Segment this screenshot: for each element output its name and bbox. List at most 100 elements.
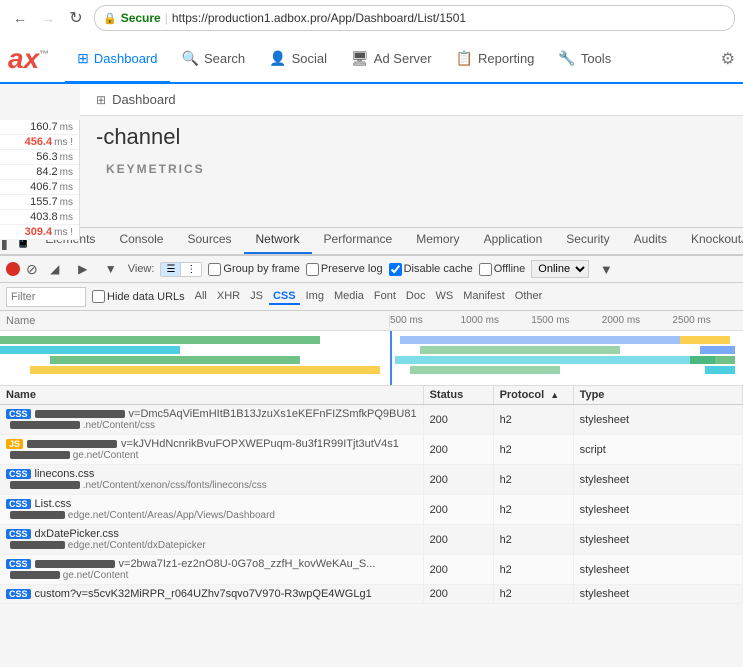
row-status-cell: 200 <box>423 465 493 495</box>
view-list-btn[interactable]: ☰ <box>161 263 181 276</box>
filter-img[interactable]: Img <box>302 289 328 305</box>
row-protocol-cell: h2 <box>493 525 573 555</box>
row-status-cell: 200 <box>423 435 493 465</box>
tab-memory[interactable]: Memory <box>404 228 471 254</box>
nav-item-tools[interactable]: 🔧 Tools <box>546 36 623 84</box>
tab-performance[interactable]: Performance <box>312 228 405 254</box>
metric-value-1: 456.4 <box>25 136 53 148</box>
nav-item-search[interactable]: 🔍 Search <box>170 36 258 84</box>
forward-button[interactable]: → <box>36 6 60 30</box>
reload-button[interactable]: ↻ <box>64 6 88 30</box>
js-badge: JS <box>6 439 23 449</box>
metrics-sidebar: 160.7 ms 456.4 ms ! 56.3 ms 84.2 ms 406.… <box>0 120 80 240</box>
group-by-frame-label[interactable]: Group by frame <box>208 263 299 276</box>
disable-cache-checkbox[interactable] <box>389 263 402 276</box>
disable-cache-label[interactable]: Disable cache <box>389 263 473 276</box>
view-tree-btn[interactable]: ⋮ <box>181 263 201 276</box>
record-button[interactable] <box>6 262 20 276</box>
col-header-status[interactable]: Status <box>423 386 493 405</box>
sort-arrow-protocol: ▲ <box>550 390 559 400</box>
keymetrics-label: KEYMETRICS <box>90 158 743 180</box>
view-label: View: <box>128 263 155 275</box>
capture-screenshots-button[interactable]: ▶ <box>72 258 94 280</box>
browser-chrome: ← → ↻ 🔒 Secure | https://production1.adb… <box>0 0 743 36</box>
search-icon: 🔍 <box>182 50 199 67</box>
breadcrumb-text: Dashboard <box>112 92 176 107</box>
preserve-log-label[interactable]: Preserve log <box>306 263 383 276</box>
network-filter-bar: Hide data URLs All XHR JS CSS Img Media … <box>0 283 743 311</box>
table-row[interactable]: CSS List.css edge.net/Content/Areas/App/… <box>0 495 743 525</box>
col-header-protocol[interactable]: Protocol ▲ <box>493 386 573 405</box>
filter-input[interactable] <box>6 287 86 307</box>
tab-security[interactable]: Security <box>554 228 621 254</box>
nav-item-social[interactable]: 👤 Social <box>257 36 339 84</box>
filter-all[interactable]: All <box>191 289 211 305</box>
metric-row-0: 160.7 ms <box>0 120 79 135</box>
filter-ws[interactable]: WS <box>431 289 457 305</box>
tick-2500: 2500 ms <box>672 315 710 326</box>
more-icon-button[interactable]: ▼ <box>100 258 122 280</box>
metric-row-2: 56.3 ms <box>0 150 79 165</box>
tab-audits[interactable]: Audits <box>622 228 679 254</box>
clear-button[interactable]: ⊘ <box>26 261 38 278</box>
css-badge: CSS <box>6 469 31 479</box>
adserver-icon: 🖥 <box>351 50 369 67</box>
devtools-panel: ▌ 📱 Elements Console Sources Network Per… <box>0 227 743 667</box>
tab-console[interactable]: Console <box>107 228 175 254</box>
table-row[interactable]: CSS v=2bwa7Iz1-ez2nO8U-0G7o8_zzfH_kovWeK… <box>0 555 743 585</box>
tab-knockoutjs[interactable]: KnockoutJS <box>679 228 743 254</box>
metric-value-3: 84.2 <box>36 166 57 178</box>
table-row[interactable]: JS v=kJVHdNcnrikBvuFOPXWEPuqm-8u3f1R99IT… <box>0 435 743 465</box>
css-badge: CSS <box>6 529 31 539</box>
group-by-frame-checkbox[interactable] <box>208 263 221 276</box>
table-row[interactable]: CSS v=Dmc5AqViEmHItB1B13JzuXs1eKEFnFIZSm… <box>0 405 743 435</box>
preserve-log-checkbox[interactable] <box>306 263 319 276</box>
social-label: Social <box>292 51 327 66</box>
filter-icon-button[interactable]: ◢ <box>44 258 66 280</box>
filter-js[interactable]: JS <box>246 289 267 305</box>
col-header-name[interactable]: Name <box>0 386 423 405</box>
hide-data-urls-checkbox[interactable] <box>92 290 105 303</box>
filter-xhr[interactable]: XHR <box>213 289 244 305</box>
offline-label[interactable]: Offline <box>479 263 526 276</box>
url-text: https://production1.adbox.pro/App/Dashbo… <box>172 11 466 25</box>
breadcrumb-bar: ⊞ Dashboard <box>80 84 743 116</box>
tab-sources[interactable]: Sources <box>175 228 243 254</box>
tools-icon: 🔧 <box>558 50 575 67</box>
table-row[interactable]: CSS dxDatePicker.css edge.net/Content/dx… <box>0 525 743 555</box>
row-status-cell: 200 <box>423 495 493 525</box>
offline-checkbox[interactable] <box>479 263 492 276</box>
nav-item-adserver[interactable]: 🖥 Ad Server <box>339 36 444 84</box>
settings-icon[interactable]: ⚙ <box>721 49 735 69</box>
view-toggle: ☰ ⋮ <box>160 262 202 277</box>
row-type-cell: stylesheet <box>573 585 742 604</box>
col-header-type[interactable]: Type <box>573 386 742 405</box>
table-row[interactable]: CSS custom?v=s5cvK32MiRPR_r064UZhv7sqvo7… <box>0 585 743 604</box>
filter-manifest[interactable]: Manifest <box>459 289 509 305</box>
filter-other[interactable]: Other <box>511 289 547 305</box>
back-button[interactable]: ← <box>8 6 32 30</box>
filter-doc[interactable]: Doc <box>402 289 430 305</box>
page-title-section: -channel <box>80 116 743 158</box>
online-select[interactable]: Online <box>531 260 589 278</box>
app-logo: ax™ <box>8 43 49 75</box>
address-bar[interactable]: 🔒 Secure | https://production1.adbox.pro… <box>94 5 735 31</box>
nav-item-dashboard[interactable]: ⊞ Dashboard <box>65 36 169 84</box>
nav-item-reporting[interactable]: 📋 Reporting <box>444 36 547 84</box>
tab-network[interactable]: Network <box>244 228 312 254</box>
row-protocol-cell: h2 <box>493 405 573 435</box>
metric-value-5: 155.7 <box>30 196 58 208</box>
hide-data-urls-label[interactable]: Hide data URLs <box>92 290 185 303</box>
breadcrumb-icon: ⊞ <box>96 93 106 107</box>
row-name-cell: CSS linecons.css .net/Content/xenon/css/… <box>0 465 423 495</box>
tab-application[interactable]: Application <box>472 228 555 254</box>
filter-media[interactable]: Media <box>330 289 368 305</box>
timeline-name-col: Name <box>0 315 390 327</box>
table-row[interactable]: CSS linecons.css .net/Content/xenon/css/… <box>0 465 743 495</box>
row-type-cell: script <box>573 435 742 465</box>
tick-2000: 2000 ms <box>602 315 640 326</box>
throttle-dropdown[interactable]: ▼ <box>595 258 617 280</box>
metric-row-4: 406.7 ms <box>0 180 79 195</box>
filter-css[interactable]: CSS <box>269 289 300 305</box>
filter-font[interactable]: Font <box>370 289 400 305</box>
